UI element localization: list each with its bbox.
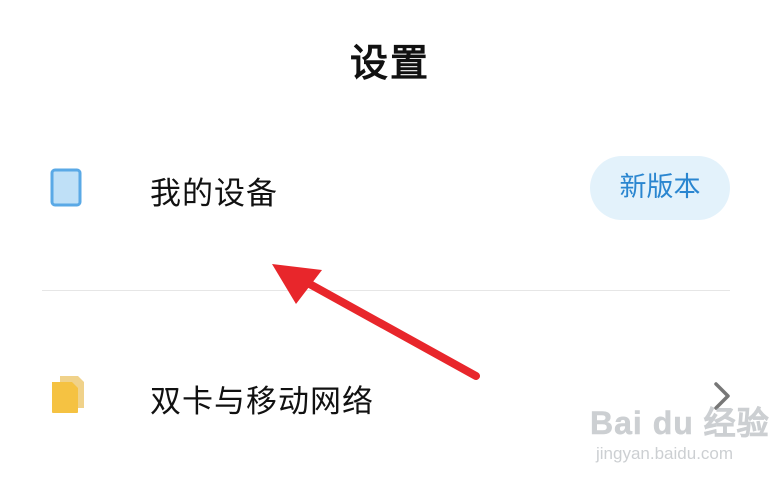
new-version-badge[interactable]: 新版本 [590,156,730,220]
baidu-jingyan-watermark: Bai du 经验 jingyan.baidu.com [590,398,770,474]
page-title: 设置 [349,41,430,85]
settings-item-label: 双卡与移动网络 [150,384,374,420]
watermark-brand: Bai du 经验 [590,405,770,442]
settings-screen: 设置 我的设备 新版本 双卡与移动网络 Bai du 经验 jingyan.ba… [0,0,780,482]
device-icon [50,168,84,208]
settings-item-my-device[interactable]: 我的设备 新版本 [0,148,780,228]
divider [42,290,730,291]
settings-item-label: 我的设备 [150,176,278,212]
watermark-url: jingyan.baidu.com [596,444,734,463]
sim-card-icon [50,374,84,414]
